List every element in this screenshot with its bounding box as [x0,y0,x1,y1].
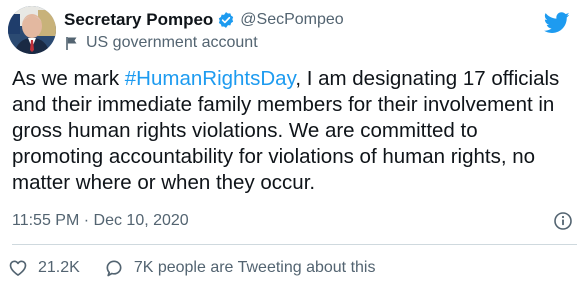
speech-bubble-icon [104,258,124,278]
author-name[interactable]: Secretary Pompeo [64,10,213,30]
author-row: Secretary Pompeo @SecPompeo [64,10,344,30]
verified-badge-icon [217,11,235,29]
action-bar: 21.2K 7K people are Tweeting about this [8,258,375,278]
account-label-text: US government account [86,34,258,51]
like-count: 21.2K [38,259,80,276]
tweeting-about-text: 7K people are Tweeting about this [133,259,376,276]
flag-icon [64,35,80,51]
like-button[interactable]: 21.2K [8,258,80,278]
tweet-card: Secretary Pompeo @SecPompeo US governmen… [0,0,577,286]
hashtag-link[interactable]: #HumanRightsDay [125,67,296,90]
heart-icon [8,258,28,278]
info-icon[interactable] [553,211,573,231]
account-label: US government account [64,34,258,52]
author-handle[interactable]: @SecPompeo [240,11,343,29]
divider [12,244,577,245]
avatar[interactable] [8,6,56,54]
tweeting-about-link[interactable]: 7K people are Tweeting about this [104,258,376,278]
tweet-text: As we mark #HumanRightsDay, I am designa… [12,66,572,196]
tweet-text-start: As we mark [12,67,125,90]
timestamp[interactable]: 11:55 PM · Dec 10, 2020 [12,212,189,230]
twitter-bird-icon[interactable] [543,12,570,34]
